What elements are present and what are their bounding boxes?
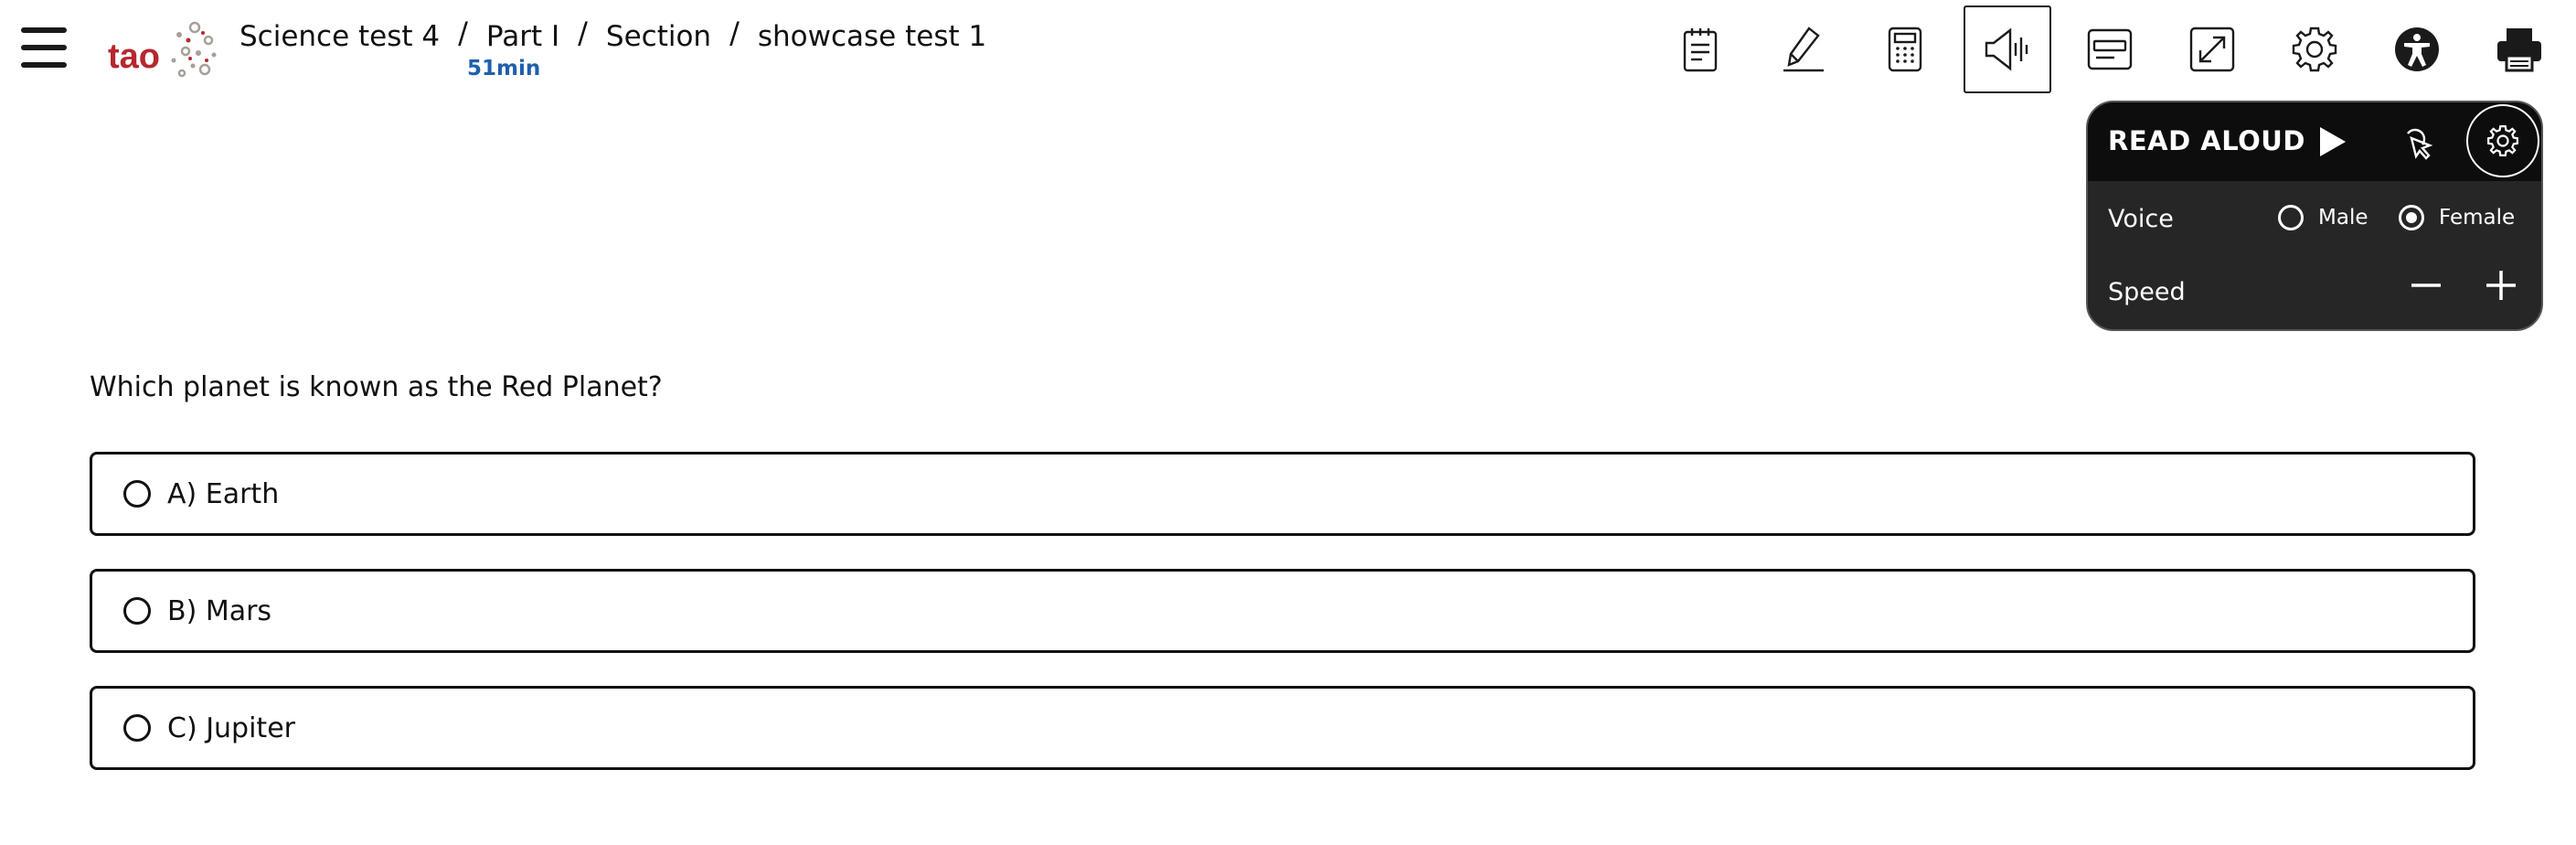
svg-text:tao: tao — [108, 37, 160, 76]
choice-c-radio[interactable] — [123, 714, 151, 742]
breadcrumb-section[interactable]: Section — [606, 20, 711, 53]
highlighter-button[interactable] — [1759, 5, 1847, 93]
breadcrumb-separator: / — [729, 16, 740, 50]
choice-a-radio[interactable] — [123, 480, 151, 508]
breadcrumb-part[interactable]: Part I — [486, 20, 559, 53]
test-header: tao Science test 4 / Part I / Section / … — [0, 0, 2576, 99]
voice-female-radio[interactable] — [2399, 205, 2424, 230]
voice-female-option[interactable]: Female — [2399, 205, 2515, 230]
speed-label: Speed — [2108, 278, 2186, 306]
choice-b-label: B) Mars — [167, 594, 272, 627]
voice-male-option[interactable]: Male — [2278, 205, 2368, 230]
breadcrumb-separator: / — [458, 16, 468, 50]
breadcrumb-test[interactable]: Science test 4 — [240, 20, 440, 53]
tao-logo: tao — [106, 13, 218, 86]
read-aloud-icon — [1985, 27, 2028, 71]
read-aloud-button[interactable] — [1964, 5, 2051, 93]
choice-b[interactable]: B) Mars — [90, 569, 2475, 653]
hamburger-line — [21, 62, 67, 68]
toolbar — [1656, 5, 2576, 93]
voice-label: Voice — [2108, 205, 2174, 233]
fullscreen-icon — [2189, 27, 2235, 72]
choice-a[interactable]: A) Earth — [90, 452, 2475, 536]
timer: 51min — [467, 57, 541, 80]
hamburger-menu-button[interactable] — [16, 24, 71, 71]
read-aloud-panel: READ ALOUD Voice Male Female Speed — [2086, 101, 2543, 331]
line-reader-button[interactable] — [2066, 5, 2154, 93]
settings-button[interactable] — [2271, 5, 2358, 93]
fullscreen-button[interactable] — [2168, 5, 2256, 93]
choice-b-radio[interactable] — [123, 597, 151, 625]
choice-a-label: A) Earth — [167, 477, 280, 510]
print-icon — [2497, 28, 2541, 72]
speed-decrease-button[interactable] — [2406, 265, 2446, 305]
breadcrumb-separator: / — [578, 16, 588, 50]
voice-male-radio[interactable] — [2278, 205, 2304, 230]
read-aloud-header: READ ALOUD — [2088, 102, 2541, 181]
hamburger-line — [21, 27, 67, 33]
plus-icon — [2486, 271, 2516, 300]
breadcrumb: Science test 4 / Part I / Section / show… — [240, 16, 986, 57]
calculator-icon — [1888, 27, 1922, 72]
speed-increase-button[interactable] — [2481, 265, 2521, 305]
notepad-button[interactable] — [1656, 5, 1744, 93]
highlighter-icon — [1783, 27, 1824, 72]
choice-c[interactable]: C) Jupiter — [90, 686, 2475, 770]
notepad-icon — [1683, 28, 1718, 72]
voice-female-label: Female — [2439, 206, 2516, 230]
breadcrumb-item[interactable]: showcase test 1 — [758, 20, 986, 53]
play-icon — [2320, 127, 2346, 156]
accessibility-icon — [2395, 27, 2439, 71]
pointer-click-icon — [2407, 128, 2433, 160]
line-reader-icon — [2087, 28, 2133, 70]
gear-icon — [2487, 125, 2518, 156]
read-aloud-settings-button[interactable] — [2466, 104, 2539, 177]
click-to-read-button[interactable] — [2395, 122, 2435, 162]
choice-c-label: C) Jupiter — [167, 711, 295, 744]
print-button[interactable] — [2475, 5, 2563, 93]
calculator-button[interactable] — [1861, 5, 1949, 93]
minus-icon — [2411, 283, 2441, 287]
question-prompt: Which planet is known as the Red Planet? — [90, 371, 663, 403]
play-button[interactable] — [2311, 122, 2351, 162]
hamburger-line — [21, 45, 67, 50]
gear-icon — [2292, 27, 2337, 72]
read-aloud-title: READ ALOUD — [2108, 125, 2305, 156]
accessibility-button[interactable] — [2373, 5, 2461, 93]
voice-male-label: Male — [2318, 206, 2368, 230]
